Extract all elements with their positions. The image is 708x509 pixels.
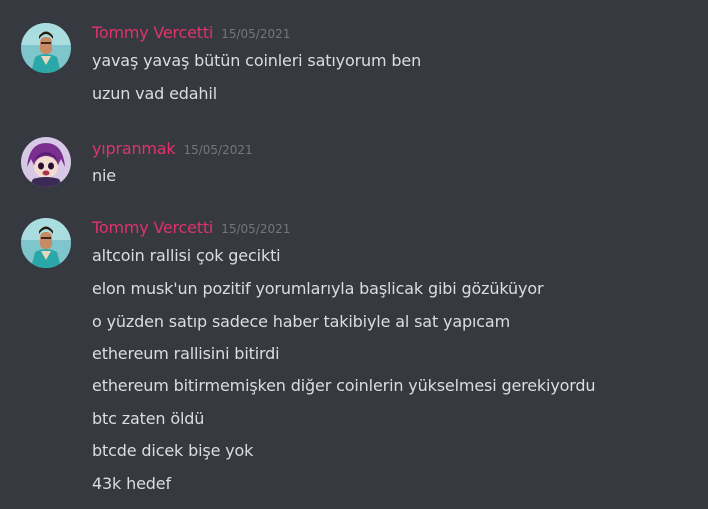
- message-line: ethereum rallisini bitirdi: [92, 344, 280, 363]
- message-line: btcde dicek bişe yok: [92, 441, 254, 460]
- tommy-vercetti-avatar-icon: [21, 218, 71, 268]
- message-line: 43k hedef: [92, 474, 171, 493]
- tommy-vercetti-avatar-icon: [21, 23, 71, 73]
- username[interactable]: Tommy Vercetti: [92, 23, 213, 42]
- message-line: nie: [92, 166, 116, 185]
- message-line: altcoin rallisi çok gecikti: [92, 246, 281, 265]
- username[interactable]: yıpranmak: [92, 139, 176, 158]
- avatar[interactable]: [21, 218, 71, 268]
- message-line: btc zaten öldü: [92, 409, 205, 428]
- message-line: uzun vad edahil: [92, 84, 218, 103]
- timestamp: 15/05/2021: [221, 27, 291, 41]
- message-header: Tommy Vercetti 15/05/2021: [92, 23, 290, 47]
- message-line: yavaş yavaş bütün coinleri satıyorum ben: [92, 51, 422, 70]
- anime-character-avatar-icon: [21, 137, 71, 187]
- message-header: yıpranmak 15/05/2021: [92, 139, 253, 163]
- message-line: o yüzden satıp sadece haber takibiyle al…: [92, 312, 511, 331]
- username[interactable]: Tommy Vercetti: [92, 218, 213, 237]
- avatar[interactable]: [21, 23, 71, 73]
- avatar[interactable]: [21, 137, 71, 187]
- timestamp: 15/05/2021: [183, 143, 253, 157]
- message-line: elon musk'un pozitif yorumlarıyla başlic…: [92, 279, 544, 298]
- message-line: ethereum bitirmemişken diğer coinlerin y…: [92, 376, 596, 395]
- message-header: Tommy Vercetti 15/05/2021: [92, 218, 290, 242]
- timestamp: 15/05/2021: [221, 222, 291, 236]
